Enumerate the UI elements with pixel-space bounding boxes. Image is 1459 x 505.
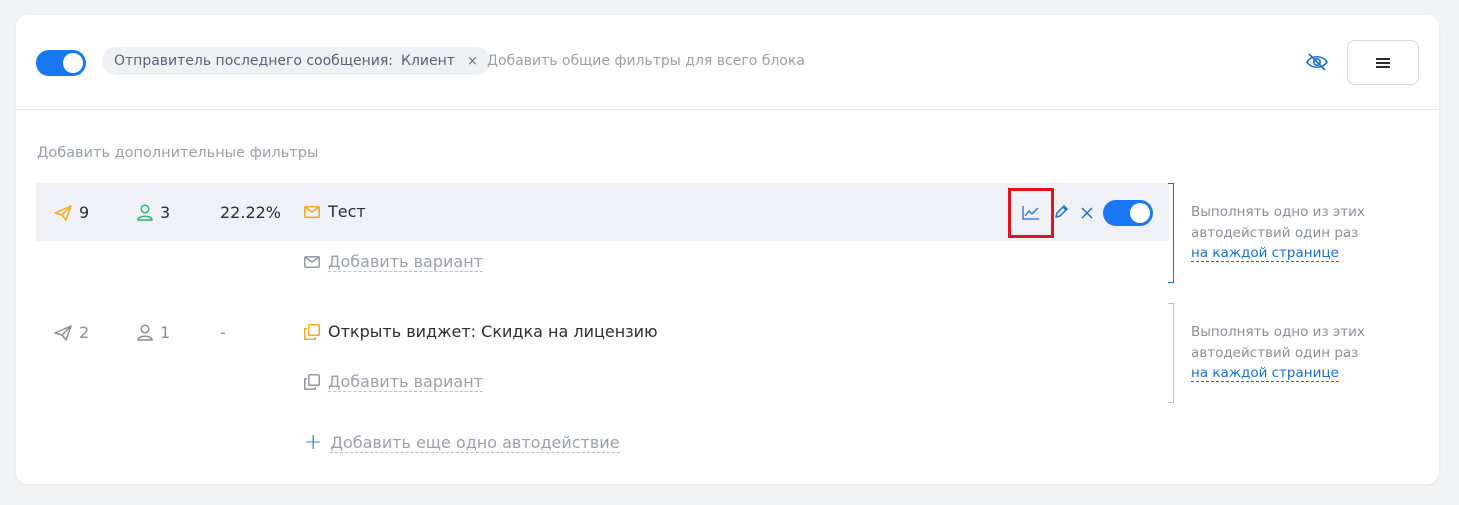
add-action-button[interactable]: + Добавить еще одно автодействие (304, 430, 620, 455)
mail-icon (304, 205, 320, 218)
group-bracket-1 (1168, 183, 1174, 283)
filter-chip[interactable]: Отправитель последнего сообщения: Клиент… (102, 47, 490, 75)
filter-chip-remove-icon[interactable]: × (467, 54, 478, 69)
statistics-button[interactable] (1008, 188, 1054, 238)
widget-icon (304, 374, 320, 390)
add-variant-label: Добавить вариант (328, 372, 483, 392)
per-page-link[interactable]: на каждой странице (1191, 365, 1339, 382)
add-action-label: Добавить еще одно автодействие (330, 432, 620, 453)
side-note-line1: Выполнять одно из этих (1191, 324, 1365, 340)
user-icon (137, 324, 153, 341)
block-enabled-toggle[interactable] (36, 50, 86, 76)
action-title-2[interactable]: Открыть виджет: Скидка на лицензию (304, 322, 658, 341)
users-stat-2: 1 (137, 323, 170, 342)
sent-count: 2 (79, 323, 90, 342)
side-note-line2: автодействий один раз (1191, 344, 1359, 361)
hamburger-icon (1376, 57, 1390, 68)
block-header: Отправитель последнего сообщения: Клиент… (16, 15, 1439, 110)
mail-icon (304, 256, 320, 268)
conversion-stat: 22.22% (220, 203, 282, 222)
side-note-2: Выполнять одно из этих автодействий один… (1191, 322, 1365, 384)
action-enabled-toggle[interactable] (1103, 200, 1153, 226)
action-title-text: Тест (328, 202, 366, 221)
action-row-1 (36, 183, 1169, 241)
users-count: 1 (160, 323, 171, 342)
side-note-line2: автодействий один раз (1191, 224, 1359, 241)
users-count: 3 (160, 203, 171, 222)
conversion-stat-2: - (220, 323, 226, 342)
close-icon[interactable] (1081, 207, 1093, 219)
side-note-1: Выполнять одно из этих автодействий один… (1191, 202, 1365, 264)
users-stat: 3 (137, 203, 170, 222)
add-variant-1[interactable]: Добавить вариант (304, 252, 483, 272)
action-title-1[interactable]: Тест (304, 202, 366, 221)
add-extra-filters-link[interactable]: Добавить дополнительные фильтры (37, 145, 318, 161)
paper-plane-icon (54, 204, 72, 221)
chart-line-icon (1022, 206, 1039, 220)
pencil-icon[interactable] (1053, 204, 1069, 220)
per-page-link[interactable]: на каждой странице (1191, 245, 1339, 262)
group-bracket-2 (1168, 303, 1174, 403)
filter-chip-label: Отправитель последнего сообщения: (114, 53, 394, 69)
filter-chip-value: Клиент (401, 53, 455, 69)
add-variant-2[interactable]: Добавить вариант (304, 372, 483, 392)
add-variant-label: Добавить вариант (328, 252, 483, 272)
sent-count: 9 (79, 203, 90, 222)
automation-block-card: Отправитель последнего сообщения: Клиент… (16, 15, 1439, 484)
menu-button[interactable] (1347, 40, 1419, 85)
side-note-line1: Выполнять одно из этих (1191, 204, 1365, 220)
widget-icon (304, 323, 320, 340)
eye-off-icon[interactable] (1306, 52, 1328, 72)
plus-icon: + (304, 430, 323, 455)
sent-stat-2: 2 (54, 323, 89, 342)
action-title-text: Открыть виджет: Скидка на лицензию (328, 322, 658, 341)
user-icon (137, 204, 153, 221)
sent-stat: 9 (54, 203, 89, 222)
add-common-filters-input[interactable]: Добавить общие фильтры для всего блока (487, 53, 805, 69)
paper-plane-icon (54, 324, 72, 341)
